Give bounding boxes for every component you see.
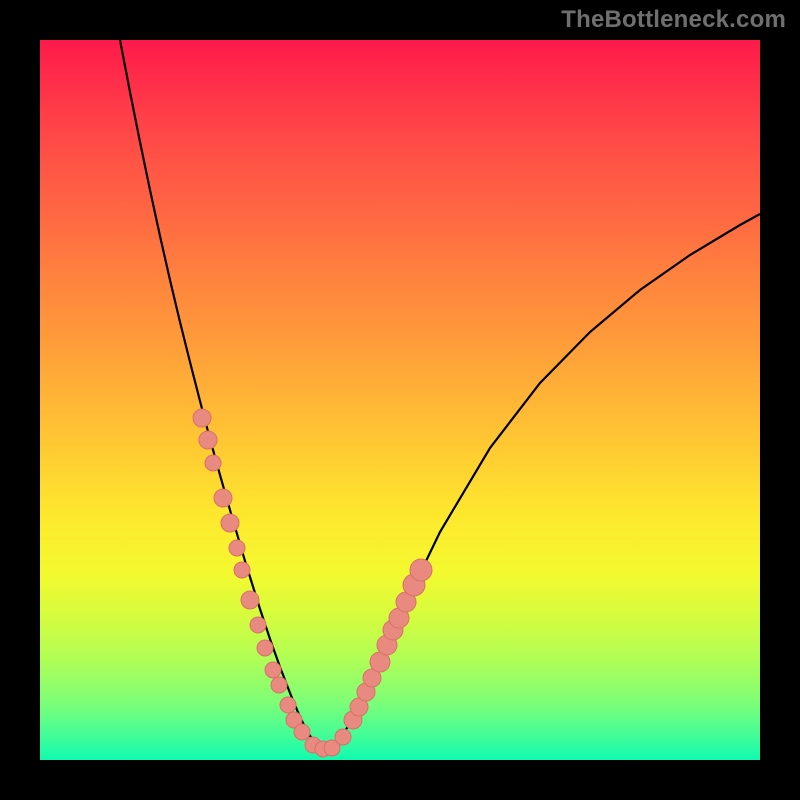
curve-marker xyxy=(257,640,273,656)
curve-marker xyxy=(199,431,217,449)
curve-marker xyxy=(265,662,281,678)
chart-frame: TheBottleneck.com xyxy=(0,0,800,800)
curve-marker xyxy=(271,677,287,693)
curve-marker xyxy=(193,409,211,427)
curve-marker xyxy=(221,514,239,532)
curve-marker xyxy=(214,489,232,507)
bottleneck-curve xyxy=(120,40,760,748)
curve-marker xyxy=(205,455,221,471)
curve-marker xyxy=(335,729,351,745)
curve-marker xyxy=(410,559,432,581)
watermark-text: TheBottleneck.com xyxy=(561,6,786,34)
curve-marker xyxy=(234,562,250,578)
chart-svg xyxy=(40,40,760,760)
curve-markers xyxy=(193,409,432,757)
plot-area xyxy=(40,40,760,760)
curve-marker xyxy=(280,697,296,713)
curve-marker xyxy=(294,724,310,740)
curve-marker xyxy=(250,617,266,633)
curve-marker xyxy=(229,540,245,556)
curve-marker xyxy=(241,591,259,609)
